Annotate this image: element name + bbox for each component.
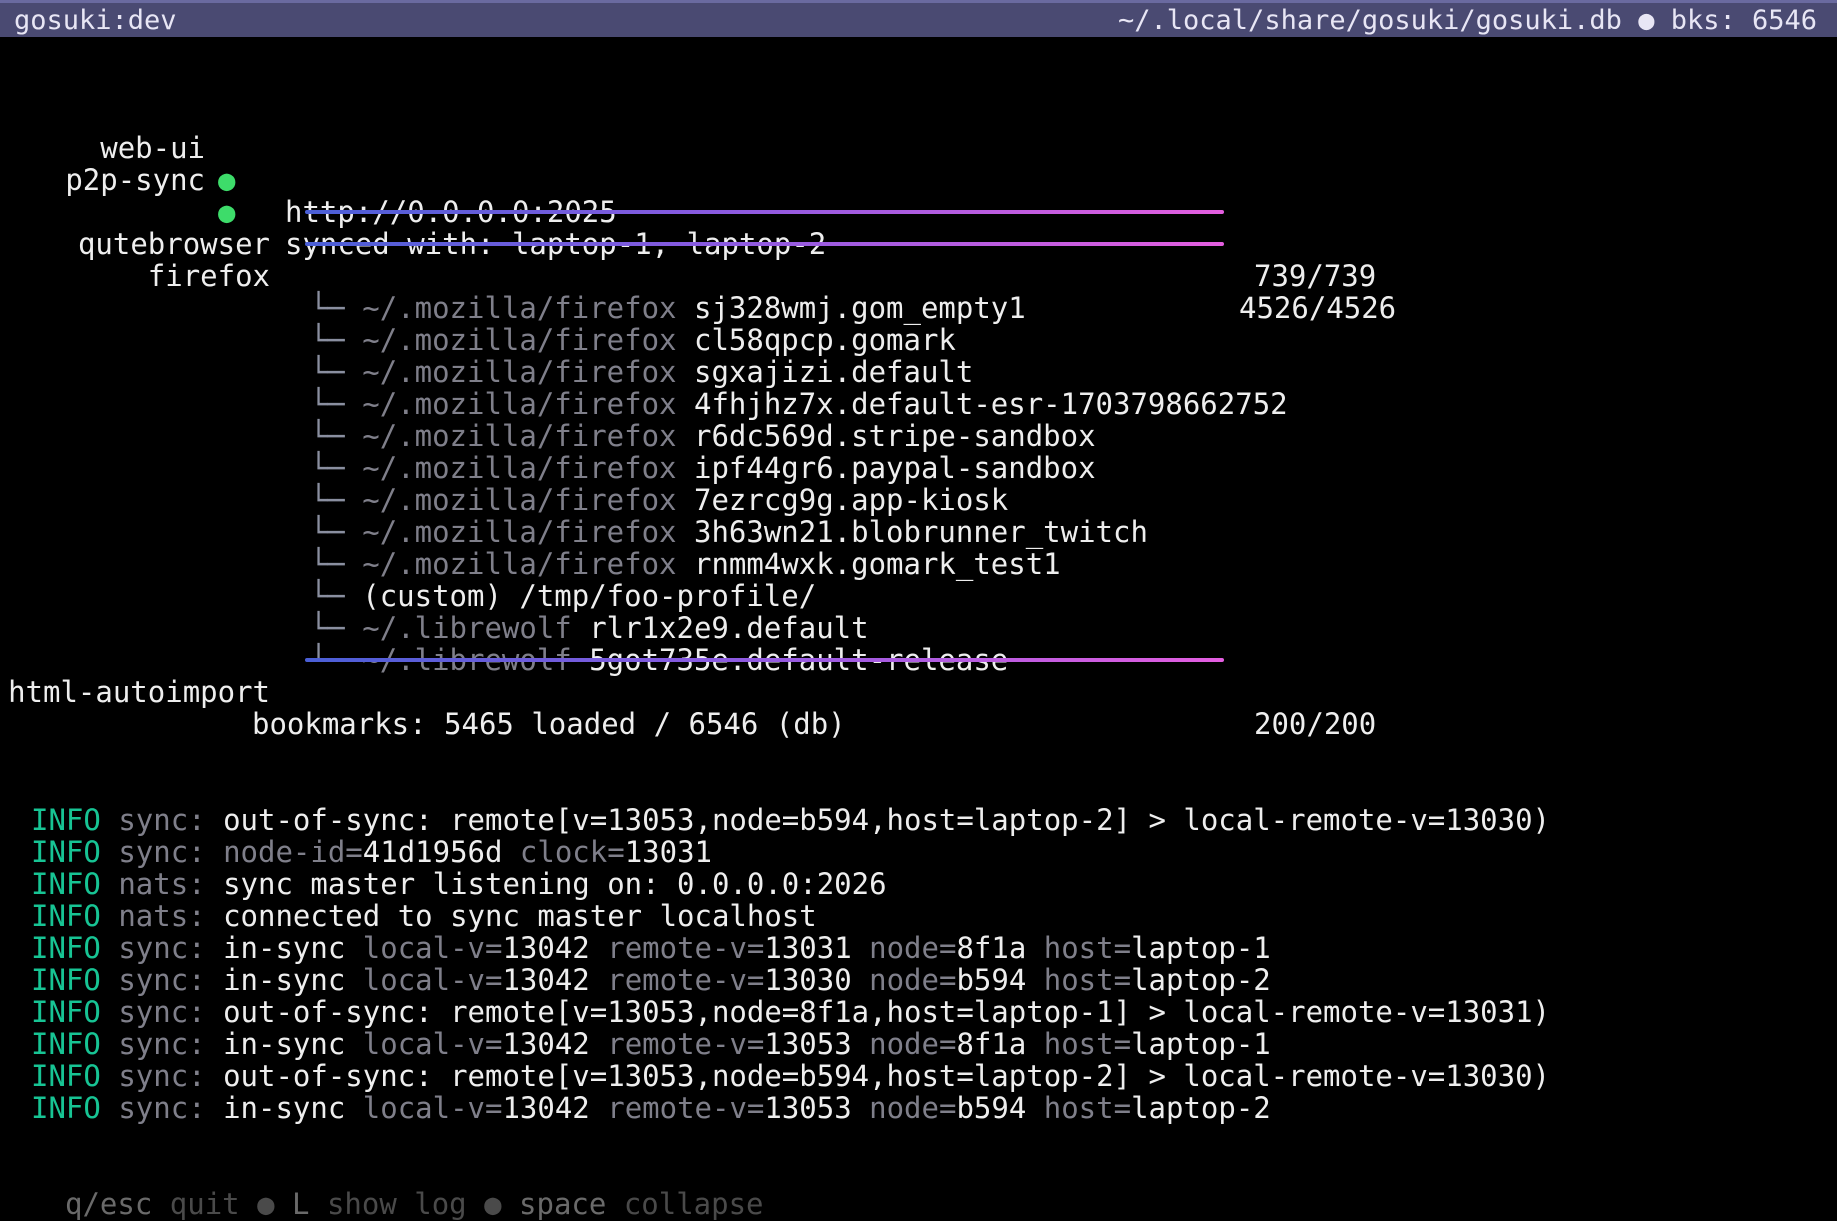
keybinding-action: quit bbox=[169, 1187, 240, 1221]
bookmark-summary: bookmarks: 5465 loaded / 6546 (db) bbox=[252, 707, 846, 741]
log-tag: sync: bbox=[118, 803, 206, 837]
log-level: INFO bbox=[31, 1027, 101, 1061]
log-field-key: local-v= bbox=[362, 1027, 503, 1061]
db-info: ~/.local/share/gosuki/gosuki.db ● bks: 6… bbox=[1118, 5, 1817, 36]
progress-bar-qutebrowser bbox=[305, 210, 1224, 214]
log-field-key: local-v= bbox=[362, 1091, 503, 1125]
log-tag: sync: bbox=[118, 931, 206, 965]
log-field-value: in-sync bbox=[223, 1027, 363, 1061]
log-level: INFO bbox=[31, 835, 101, 869]
log-line: INFO sync: out-of-sync: remote[v=13053,n… bbox=[31, 804, 1550, 836]
log-field-value: out-of-sync: remote[v=13053,node=b594,ho… bbox=[223, 803, 1551, 837]
log-field-value: 8f1a bbox=[956, 1027, 1044, 1061]
log-field-value: b594 bbox=[956, 1091, 1044, 1125]
log-field-value: 13031 bbox=[624, 835, 712, 869]
log-level: INFO bbox=[31, 1059, 101, 1093]
separator-dot-icon: ● bbox=[466, 1187, 520, 1221]
keybinding-key: L bbox=[292, 1187, 310, 1221]
log-field-value: sync master listening on: 0.0.0.0:2026 bbox=[223, 867, 887, 901]
log-field-key: node= bbox=[869, 1027, 957, 1061]
module-name: html-autoimport bbox=[8, 675, 270, 709]
log-line: INFO nats: sync master listening on: 0.0… bbox=[31, 868, 887, 900]
log-field-value: 13042 bbox=[502, 1027, 608, 1061]
log-level: INFO bbox=[31, 803, 101, 837]
log-field-key: host= bbox=[1043, 931, 1132, 965]
log-field-key: local-v= bbox=[362, 931, 503, 965]
log-field-value: 13053 bbox=[764, 1091, 870, 1125]
log-field-value: laptop-1 bbox=[1131, 1027, 1271, 1061]
module-count: 739/739 bbox=[1254, 259, 1377, 293]
log-field-value: in-sync bbox=[223, 931, 363, 965]
app-name: gosuki:dev bbox=[14, 5, 177, 36]
log-field-value: connected to sync master localhost bbox=[223, 899, 817, 933]
log-line: INFO sync: in-sync local-v=13042 remote-… bbox=[31, 1028, 1271, 1060]
log-field-key: node= bbox=[869, 963, 957, 997]
log-field-key: remote-v= bbox=[607, 963, 765, 997]
log-field-key: remote-v= bbox=[607, 931, 765, 965]
log-field-value: 13053 bbox=[764, 1027, 870, 1061]
service-name: p2p-sync bbox=[65, 163, 205, 197]
log-line: INFO sync: in-sync local-v=13042 remote-… bbox=[31, 964, 1271, 996]
log-field-key: remote-v= bbox=[607, 1027, 765, 1061]
log-field-value: 13042 bbox=[502, 1091, 608, 1125]
log-field-value: 41d1956d bbox=[362, 835, 520, 869]
log-field-value: in-sync bbox=[223, 963, 363, 997]
log-field-value: 8f1a bbox=[956, 931, 1044, 965]
log-field-key: node= bbox=[869, 931, 957, 965]
log-field-key: clock= bbox=[519, 835, 625, 869]
log-tag: sync: bbox=[118, 995, 206, 1029]
log-field-key: host= bbox=[1043, 1027, 1132, 1061]
log-field-value: out-of-sync: remote[v=13053,node=8f1a,ho… bbox=[223, 995, 1551, 1029]
keybinding-action: show log bbox=[326, 1187, 467, 1221]
log-tag: sync: bbox=[118, 963, 206, 997]
log-field-value: laptop-2 bbox=[1131, 963, 1271, 997]
log-field-value: 13031 bbox=[764, 931, 870, 965]
log-field-key: node-id= bbox=[223, 835, 363, 869]
log-level: INFO bbox=[31, 899, 101, 933]
log-field-key: host= bbox=[1043, 1091, 1132, 1125]
log-line: INFO sync: node-id=41d1956d clock=13031 bbox=[31, 836, 712, 868]
log-tag: nats: bbox=[118, 867, 206, 901]
log-level: INFO bbox=[31, 867, 101, 901]
keybinding-key: space bbox=[519, 1187, 607, 1221]
log-field-value: in-sync bbox=[223, 1091, 363, 1125]
progress-bar-firefox bbox=[305, 242, 1224, 246]
module-name: firefox bbox=[147, 259, 270, 293]
log-tag: sync: bbox=[118, 835, 206, 869]
log-tag: sync: bbox=[118, 1091, 206, 1125]
log-level: INFO bbox=[31, 963, 101, 997]
module-count: 4526/4526 bbox=[1239, 291, 1397, 325]
log-field-key: local-v= bbox=[362, 963, 503, 997]
log-tag: nats: bbox=[118, 899, 206, 933]
log-tag: sync: bbox=[118, 1059, 206, 1093]
log-field-value: laptop-1 bbox=[1131, 931, 1271, 965]
log-line: INFO sync: in-sync local-v=13042 remote-… bbox=[31, 932, 1271, 964]
log-level: INFO bbox=[31, 995, 101, 1029]
log-tag: sync: bbox=[118, 1027, 206, 1061]
log-field-value: b594 bbox=[956, 963, 1044, 997]
log-line: INFO sync: out-of-sync: remote[v=13053,n… bbox=[31, 1060, 1550, 1092]
log-line: INFO sync: out-of-sync: remote[v=13053,n… bbox=[31, 996, 1550, 1028]
log-level: INFO bbox=[31, 931, 101, 965]
log-field-value: 13042 bbox=[502, 963, 608, 997]
keybinding-key: q/esc bbox=[65, 1187, 153, 1221]
log-field-key: remote-v= bbox=[607, 1091, 765, 1125]
log-level: INFO bbox=[31, 1091, 101, 1125]
log-field-value: out-of-sync: remote[v=13053,node=b594,ho… bbox=[223, 1059, 1551, 1093]
module-count: 200/200 bbox=[1254, 707, 1377, 741]
separator-dot-icon: ● bbox=[239, 1187, 293, 1221]
progress-bar-html-autoimport bbox=[305, 658, 1224, 662]
log-field-key: host= bbox=[1043, 963, 1132, 997]
keybinding-action: collapse bbox=[623, 1187, 764, 1221]
log-field-key: node= bbox=[869, 1091, 957, 1125]
title-bar: gosuki:dev ~/.local/share/gosuki/gosuki.… bbox=[0, 0, 1837, 37]
log-field-value: 13042 bbox=[502, 931, 608, 965]
log-field-value: laptop-2 bbox=[1131, 1091, 1271, 1125]
log-line: INFO nats: connected to sync master loca… bbox=[31, 900, 817, 932]
log-line: INFO sync: in-sync local-v=13042 remote-… bbox=[31, 1092, 1271, 1124]
keybinding-footer: q/esc quit ● L show log ● space collapse bbox=[65, 1188, 764, 1220]
log-field-value: 13030 bbox=[764, 963, 870, 997]
